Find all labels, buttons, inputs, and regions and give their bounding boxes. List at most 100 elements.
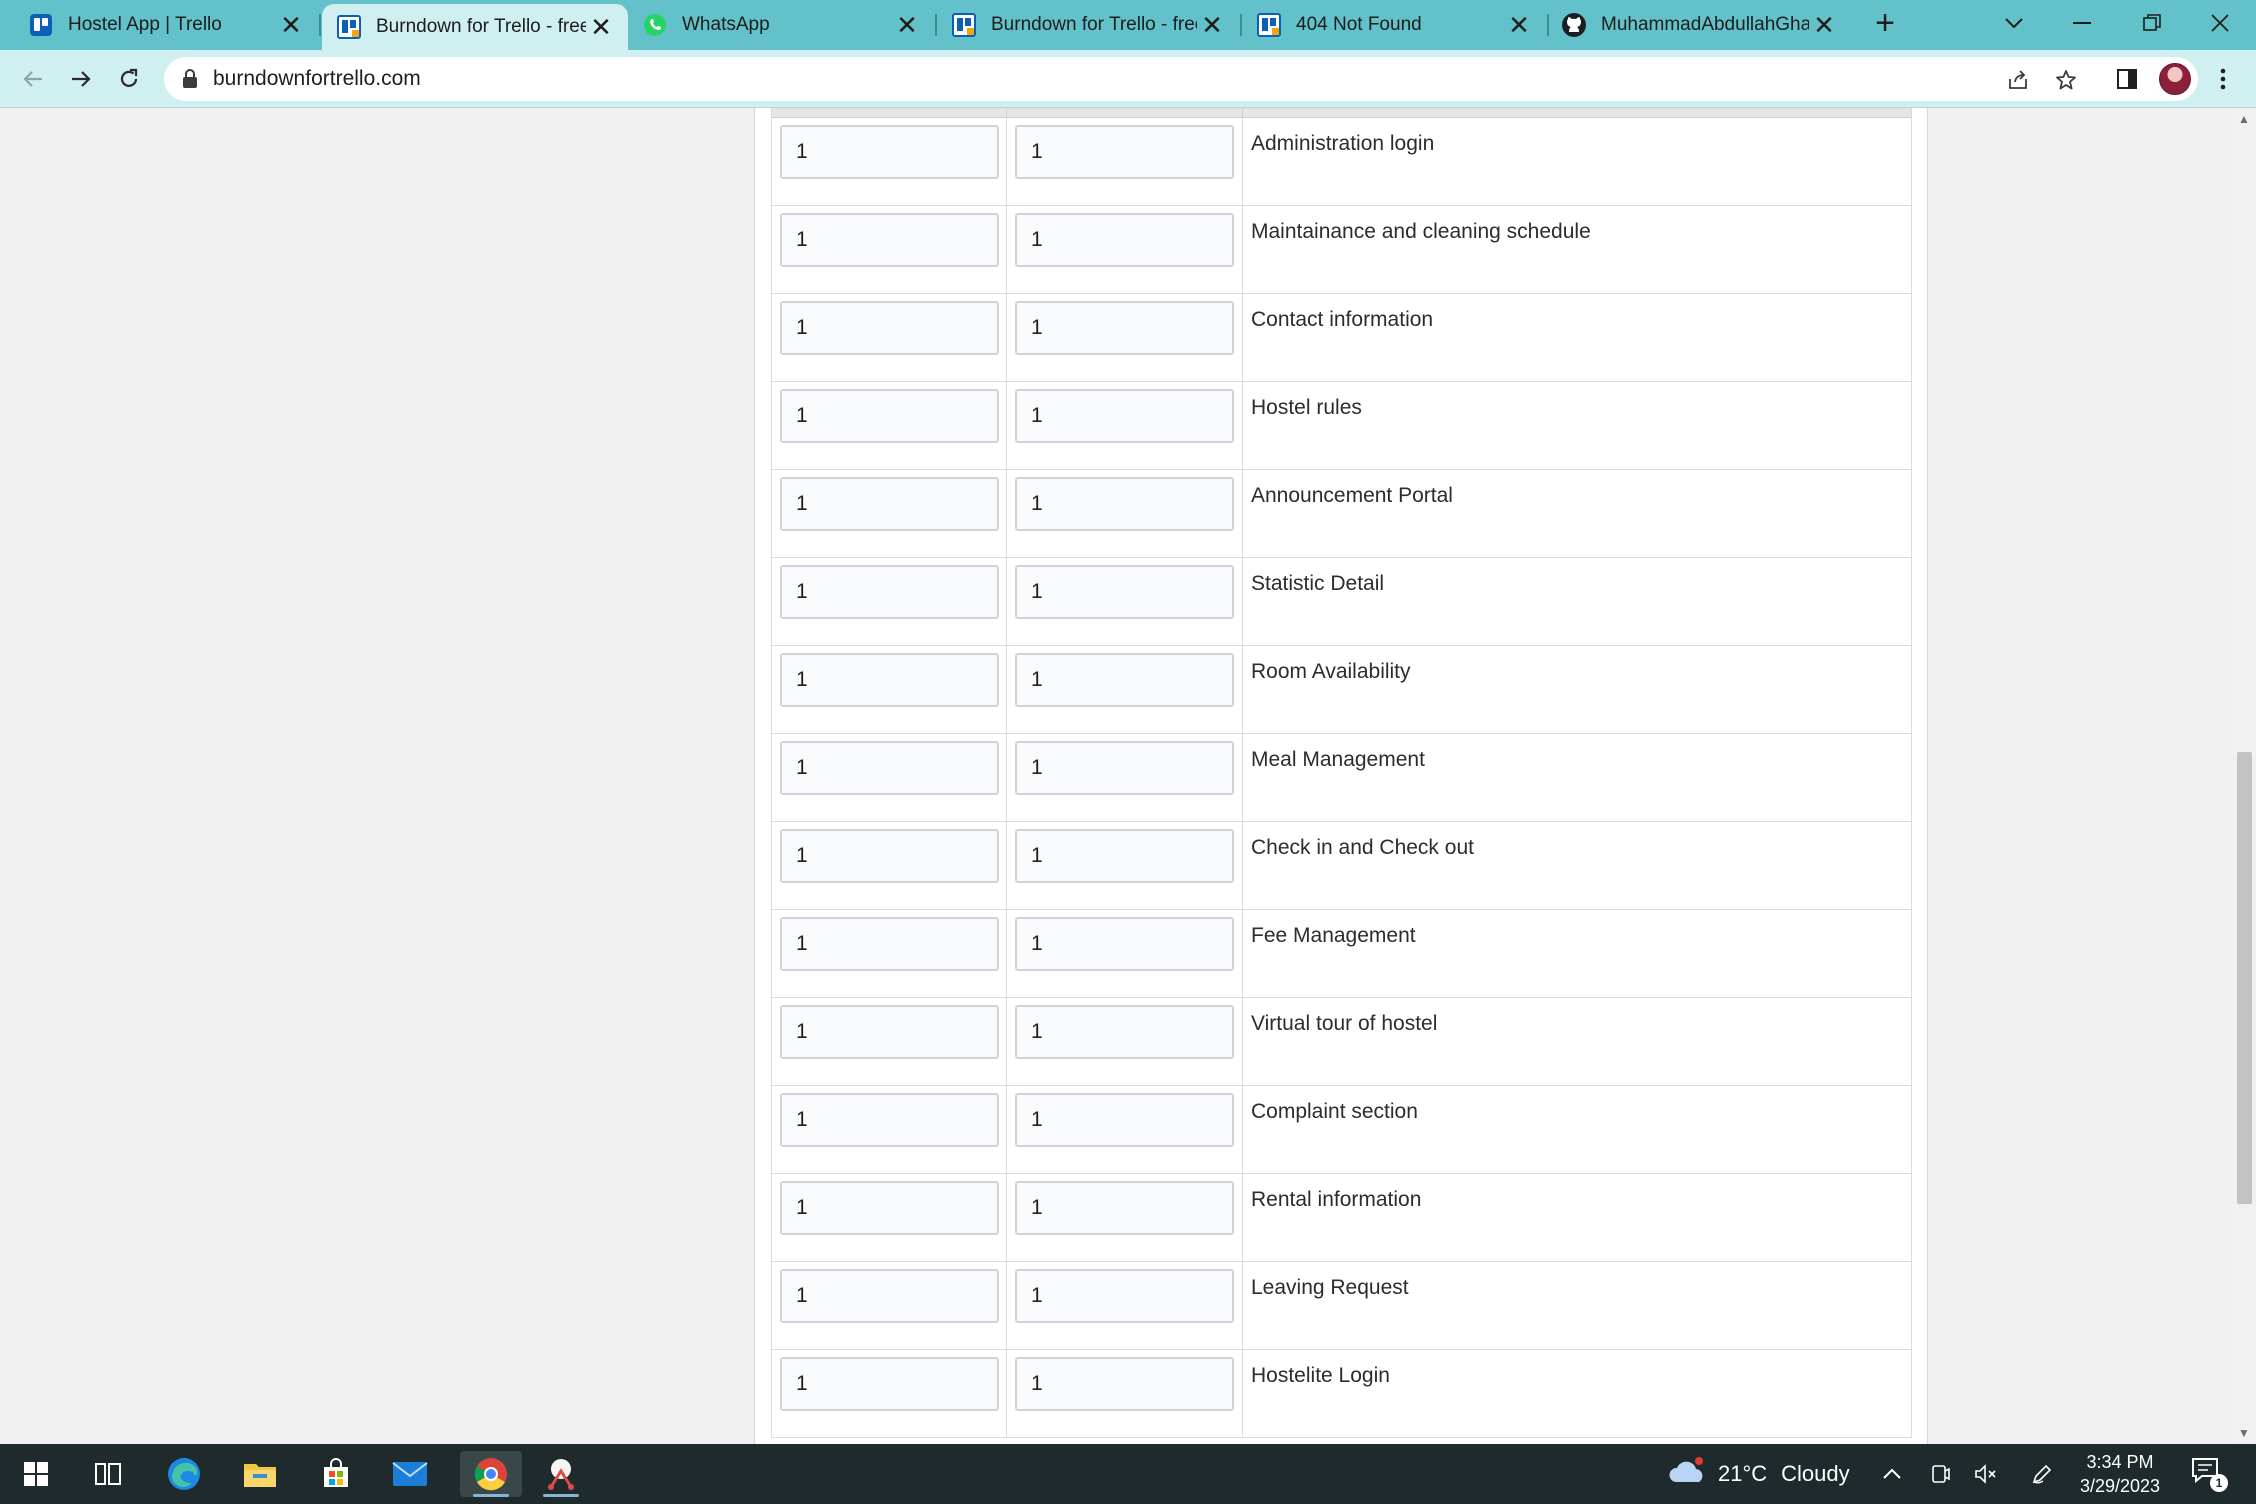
points-input[interactable] — [780, 1181, 999, 1235]
close-tab-icon[interactable]: ✕ — [586, 12, 616, 42]
points-input[interactable] — [780, 1005, 999, 1059]
task-name: Hostelite Login — [1251, 1364, 1390, 1387]
points-done-input[interactable] — [1015, 1357, 1234, 1411]
points-done-input[interactable] — [1015, 389, 1234, 443]
done-cell — [1007, 118, 1243, 205]
tasks-table: Administration login Maintainance and cle… — [771, 108, 1912, 1438]
scroll-down-arrow-icon[interactable]: ▼ — [2232, 1422, 2256, 1444]
file-explorer-icon[interactable] — [236, 1451, 284, 1497]
meet-camera-icon[interactable] — [1925, 1459, 1955, 1489]
done-cell — [1007, 1262, 1243, 1349]
mail-icon[interactable] — [386, 1451, 434, 1497]
profile-avatar[interactable] — [2156, 60, 2194, 98]
points-input[interactable] — [780, 1269, 999, 1323]
microsoft-store-icon[interactable] — [312, 1451, 360, 1497]
task-cell: Administration login — [1243, 118, 1911, 205]
table-row: Fee Management — [772, 910, 1911, 998]
points-done-input[interactable] — [1015, 477, 1234, 531]
volume-muted-icon[interactable] — [1971, 1459, 2001, 1489]
points-done-input[interactable] — [1015, 1093, 1234, 1147]
page-scrollbar[interactable]: ▲ ▼ — [2232, 108, 2256, 1444]
table-row: Meal Management — [772, 734, 1911, 822]
task-cell: Rental information — [1243, 1174, 1911, 1261]
points-done-input[interactable] — [1015, 653, 1234, 707]
table-row: Contact information — [772, 294, 1911, 382]
points-done-input[interactable] — [1015, 565, 1234, 619]
task-name: Virtual tour of hostel — [1251, 1012, 1438, 1035]
notification-center-icon[interactable]: 1 — [2190, 1456, 2230, 1492]
points-done-input[interactable] — [1015, 829, 1234, 883]
back-button[interactable] — [14, 60, 52, 98]
points-input[interactable] — [780, 917, 999, 971]
snipping-tool-icon[interactable] — [534, 1451, 588, 1497]
restore-button[interactable] — [2120, 0, 2184, 46]
points-done-input[interactable] — [1015, 1181, 1234, 1235]
tab-hostel-app-trello[interactable]: Hostel App | Trello ✕ — [0, 0, 318, 50]
menu-kebab-icon[interactable] — [2204, 60, 2242, 98]
scrollbar-thumb[interactable] — [2237, 752, 2252, 1204]
points-done-input[interactable] — [1015, 917, 1234, 971]
side-panel-icon[interactable] — [2108, 60, 2146, 98]
pen-input-icon[interactable] — [2027, 1459, 2057, 1489]
header-cell — [1007, 108, 1243, 117]
task-cell: Maintainance and cleaning schedule — [1243, 206, 1911, 293]
edge-browser-icon[interactable] — [160, 1451, 208, 1497]
points-done-input[interactable] — [1015, 741, 1234, 795]
points-done-input[interactable] — [1015, 1269, 1234, 1323]
points-input[interactable] — [780, 1093, 999, 1147]
points-done-input[interactable] — [1015, 125, 1234, 179]
show-hidden-icons-chevron-icon[interactable] — [1877, 1459, 1907, 1489]
tab-title: 404 Not Found — [1296, 14, 1422, 35]
github-icon — [1561, 12, 1587, 38]
close-tab-icon[interactable]: ✕ — [276, 10, 306, 40]
points-input[interactable] — [780, 741, 999, 795]
close-tab-icon[interactable]: ✕ — [892, 10, 922, 40]
address-bar[interactable]: burndownfortrello.com — [164, 57, 2198, 101]
system-clock[interactable]: 3:34 PM 3/29/2023 — [2060, 1450, 2180, 1498]
points-input[interactable] — [780, 653, 999, 707]
points-input[interactable] — [780, 125, 999, 179]
close-tab-icon[interactable]: ✕ — [1809, 10, 1839, 40]
whatsapp-icon — [642, 12, 668, 38]
chrome-icon[interactable] — [460, 1451, 522, 1497]
start-windows-icon[interactable] — [12, 1451, 60, 1497]
points-done-input[interactable] — [1015, 213, 1234, 267]
points-input[interactable] — [780, 565, 999, 619]
scroll-up-arrow-icon[interactable]: ▲ — [2232, 108, 2256, 130]
lock-icon[interactable] — [182, 69, 198, 94]
tab-404-not-found[interactable]: 404 Not Found ✕ — [1242, 0, 1546, 50]
bookmark-star-icon[interactable] — [2053, 67, 2079, 93]
points-input[interactable] — [780, 301, 999, 355]
task-view-icon[interactable] — [84, 1451, 132, 1497]
points-done-input[interactable] — [1015, 301, 1234, 355]
estimate-cell — [772, 1350, 1007, 1437]
tab-burndown-2[interactable]: Burndown for Trello - free ✕ — [937, 0, 1239, 50]
minimize-button[interactable] — [2050, 0, 2114, 46]
tab-search-chevron-icon[interactable] — [1982, 0, 2046, 46]
points-input[interactable] — [780, 213, 999, 267]
done-cell — [1007, 1086, 1243, 1173]
new-tab-button[interactable]: + — [1868, 6, 1902, 42]
points-done-input[interactable] — [1015, 1005, 1234, 1059]
tab-github[interactable]: MuhammadAbdullahGhani ✕ — [1549, 0, 1851, 50]
points-input[interactable] — [780, 477, 999, 531]
points-input[interactable] — [780, 1357, 999, 1411]
table-header — [772, 108, 1911, 118]
close-tab-icon[interactable]: ✕ — [1197, 10, 1227, 40]
points-input[interactable] — [780, 829, 999, 883]
task-name: Contact information — [1251, 308, 1434, 331]
tab-whatsapp[interactable]: WhatsApp ✕ — [628, 0, 934, 50]
done-cell — [1007, 646, 1243, 733]
close-tab-icon[interactable]: ✕ — [1504, 10, 1534, 40]
estimate-cell — [772, 558, 1007, 645]
tab-burndown-active[interactable]: Burndown for Trello - free ✕ — [322, 4, 628, 50]
reload-button[interactable] — [110, 60, 148, 98]
forward-button[interactable] — [62, 60, 100, 98]
weather-widget[interactable]: 21°C Cloudy — [1668, 1444, 1850, 1504]
close-window-button[interactable] — [2188, 0, 2252, 46]
tab-title: Burndown for Trello - free — [376, 16, 586, 37]
points-input[interactable] — [780, 389, 999, 443]
tab-title: WhatsApp — [682, 14, 770, 35]
share-icon[interactable] — [2005, 67, 2031, 93]
url-text[interactable]: burndownfortrello.com — [213, 57, 421, 101]
